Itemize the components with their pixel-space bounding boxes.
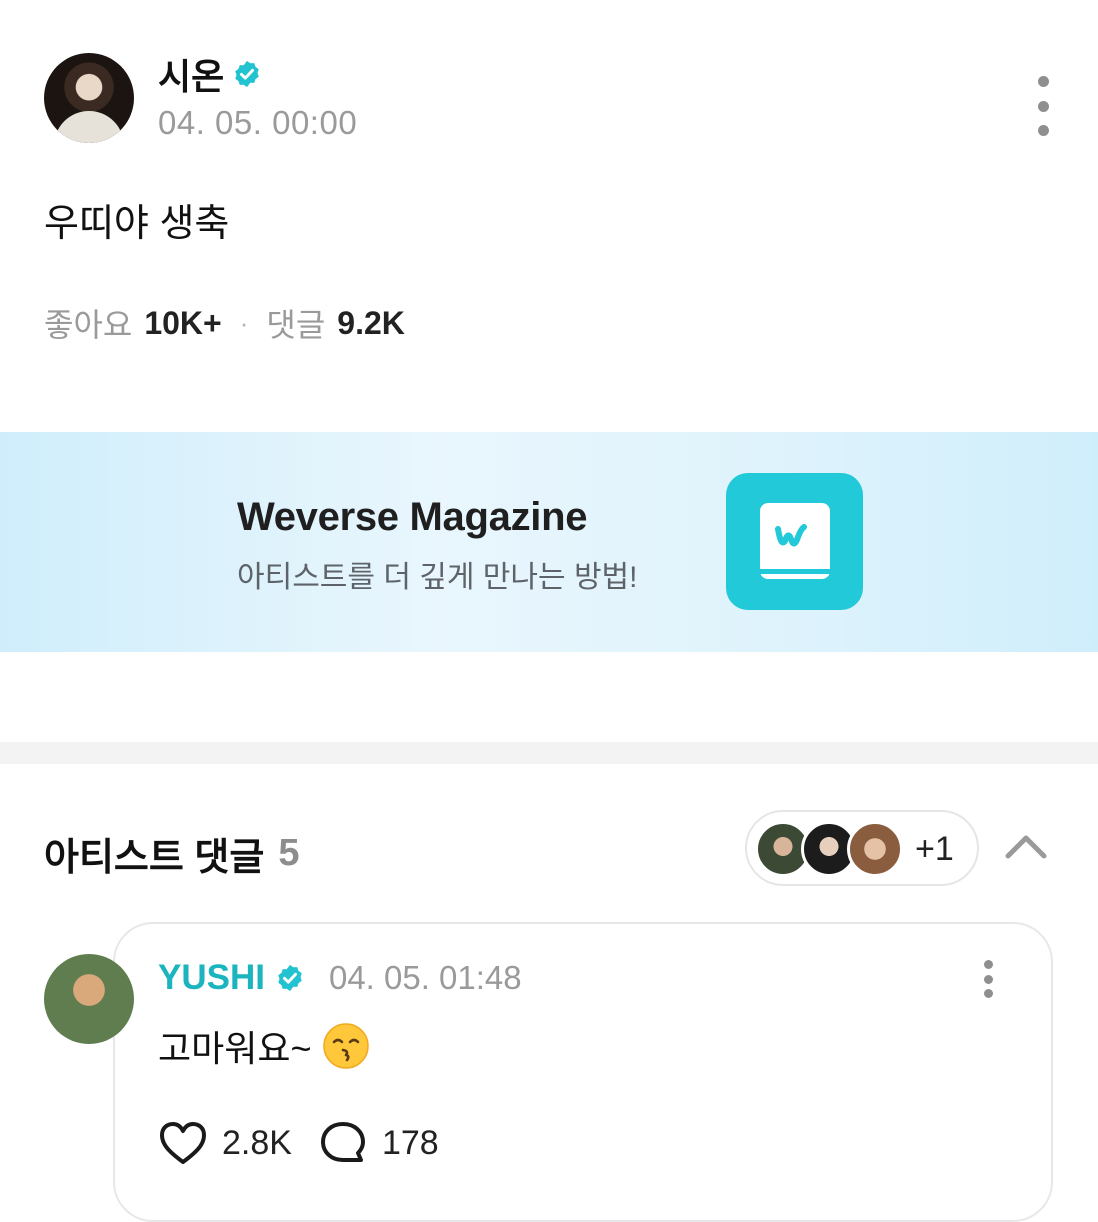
post-body-text: 우띠야 생축 — [44, 203, 230, 245]
verified-badge-icon — [235, 60, 259, 88]
more-artists-count: +1 — [915, 830, 954, 868]
comments-count[interactable]: 9.2K — [337, 305, 405, 342]
post-author-avatar[interactable] — [44, 53, 134, 143]
comment-header: YUSHI 04. 05. 01:48 — [158, 956, 522, 1000]
comment-body: 고마워요~ — [158, 1020, 370, 1072]
comment-author-avatar[interactable] — [44, 954, 134, 1044]
comment-actions: 2.8K 178 — [158, 1120, 465, 1166]
comment-more-options-icon[interactable] — [980, 960, 996, 998]
artist-avatars-pill[interactable]: +1 — [745, 810, 979, 886]
section-divider — [0, 742, 1098, 764]
likes-count[interactable]: 10K+ — [144, 305, 221, 342]
artist-avatar — [847, 821, 903, 877]
post-stats: 좋아요 10K+ · 댓글 9.2K — [44, 300, 405, 346]
heart-icon[interactable] — [158, 1120, 208, 1166]
post-timestamp: 04. 05. 00:00 — [158, 104, 358, 141]
comment-like-count: 2.8K — [222, 1123, 292, 1162]
post-author-name[interactable]: 시온 — [158, 48, 224, 100]
kissing-face-emoji-icon — [322, 1023, 369, 1069]
comment-timestamp: 04. 05. 01:48 — [328, 959, 522, 996]
more-options-icon[interactable] — [1022, 76, 1064, 136]
post-author-row: 시온 — [158, 52, 262, 97]
comment-text: 고마워요~ — [158, 1028, 312, 1069]
artist-comments-count: 5 — [278, 832, 300, 874]
banner-title: Weverse Magazine — [237, 495, 588, 539]
comments-label: 댓글 — [266, 307, 326, 343]
stats-separator: · — [239, 307, 249, 338]
chevron-up-icon[interactable] — [1002, 826, 1050, 866]
artist-comments-title: 아티스트 댓글 — [44, 837, 265, 879]
verified-badge-icon — [278, 964, 302, 992]
weverse-magazine-banner[interactable] — [0, 432, 1098, 652]
likes-label: 좋아요 — [44, 307, 133, 343]
comment-reply-count: 178 — [381, 1123, 439, 1162]
artist-comments-heading: 아티스트 댓글 5 — [44, 826, 299, 881]
weverse-magazine-logo-icon — [726, 473, 863, 610]
comment-author-name[interactable]: YUSHI — [158, 958, 265, 998]
reply-bubble-icon[interactable] — [318, 1120, 368, 1166]
banner-subtitle: 아티스트를 더 깊게 만나는 방법! — [237, 561, 638, 594]
